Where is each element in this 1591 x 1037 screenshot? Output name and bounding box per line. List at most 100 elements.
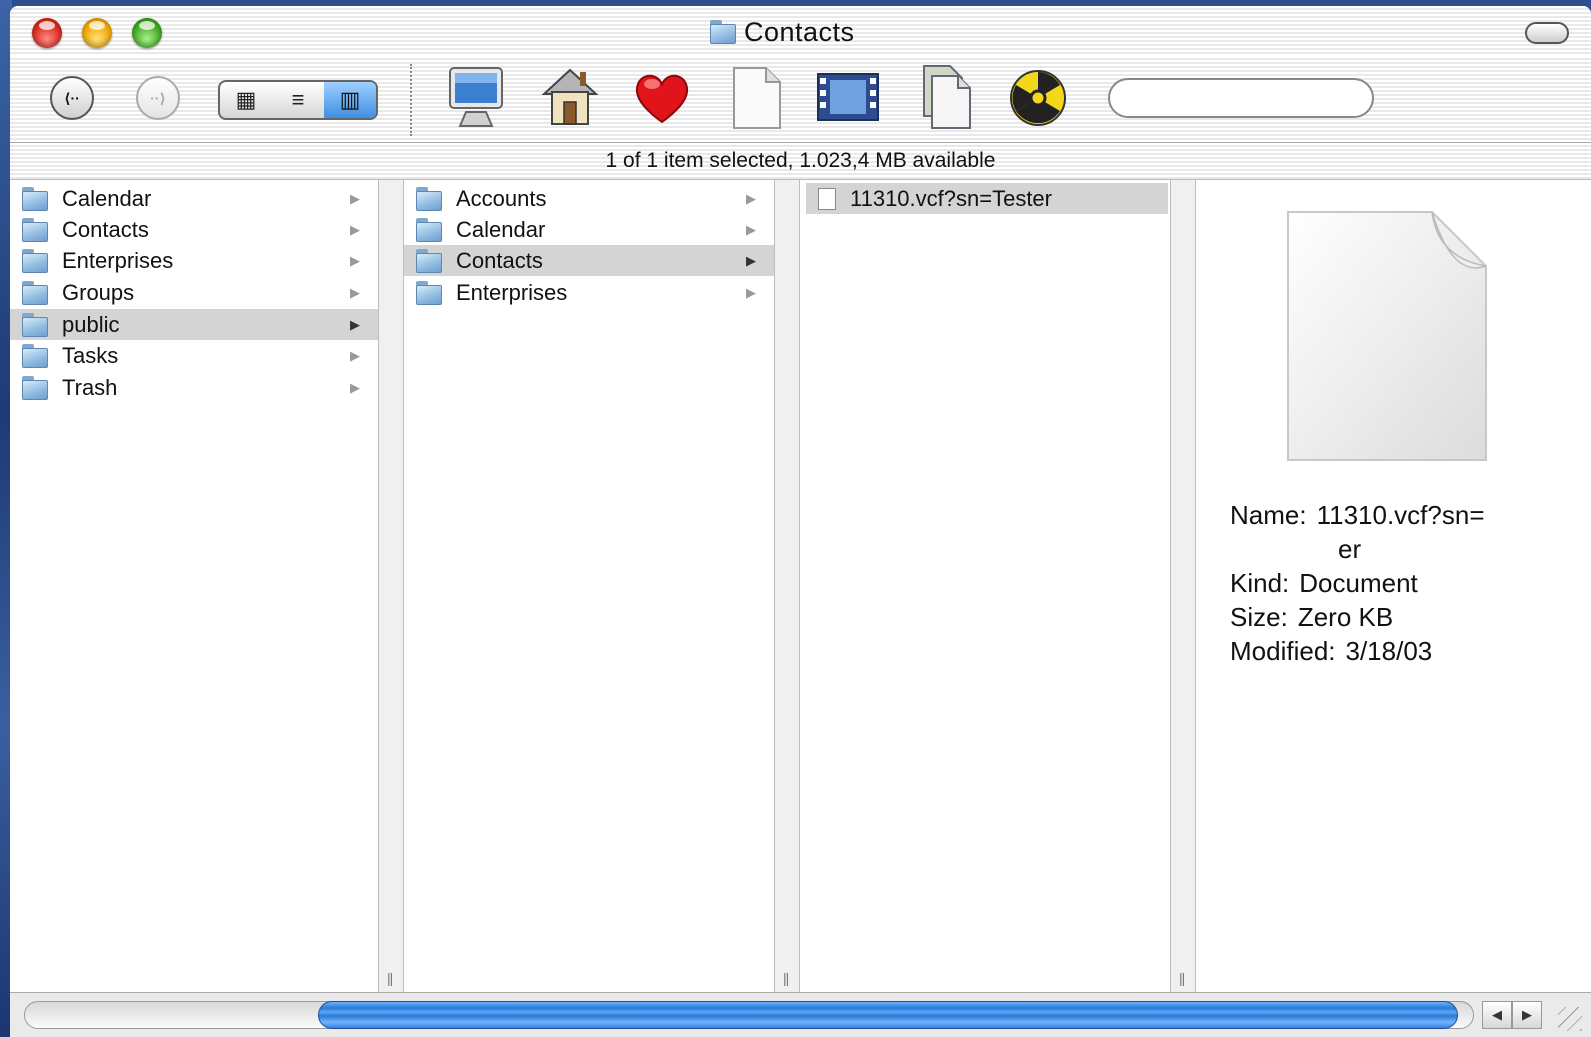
folder-icon (22, 280, 48, 305)
status-text: 1 of 1 item selected, 1.023,4 MB availab… (605, 149, 996, 172)
list-item[interactable]: Trash ▶ (10, 372, 378, 403)
finder-window: Contacts ⟨·· ··⟩ ▦ ≡ ▥ 1 of 1 item selec… (10, 6, 1591, 1037)
window-title: Contacts (744, 16, 855, 47)
modified-label: Modified: (1230, 636, 1336, 666)
size-label: Size: (1230, 602, 1288, 632)
list-item[interactable]: Groups ▶ (10, 277, 378, 308)
item-label: Enterprises (62, 247, 174, 273)
right-arrow-icon: ▶ (1522, 1007, 1532, 1022)
home-icon[interactable] (538, 64, 602, 130)
close-button[interactable] (32, 18, 62, 48)
folder-icon (416, 186, 442, 211)
disclosure-arrow-icon: ▶ (350, 380, 360, 395)
folder-icon (416, 217, 442, 242)
minimize-button[interactable] (82, 18, 112, 48)
movies-icon[interactable] (816, 64, 880, 130)
scroll-right-button[interactable]: ▶ (1512, 1001, 1542, 1029)
column-3[interactable]: 11310.vcf?sn=Tester (800, 180, 1170, 992)
disclosure-arrow-icon: ▶ (746, 253, 756, 268)
forward-arrow-icon: ··⟩ (150, 89, 166, 106)
grip-icon: || (387, 970, 393, 986)
list-item-selected[interactable]: Contacts ▶ (404, 245, 774, 276)
disclosure-arrow-icon: ▶ (350, 317, 360, 332)
window-title-group: Contacts (710, 14, 855, 50)
burn-icon[interactable] (1006, 64, 1070, 130)
favorites-icon[interactable] (630, 64, 694, 130)
disclosure-arrow-icon: ▶ (350, 285, 360, 300)
info-name-row: Name: 11310.vcf?sn= (1230, 498, 1485, 532)
item-label: Calendar (62, 185, 152, 211)
column-2[interactable]: Accounts ▶ Calendar ▶ Contacts ▶ Enterpr… (404, 180, 774, 992)
column-view-button[interactable]: ▥ (324, 82, 376, 118)
disclosure-arrow-icon: ▶ (350, 222, 360, 237)
folder-icon (22, 312, 48, 337)
name-value: 11310.vcf?sn= (1316, 500, 1485, 530)
back-button[interactable]: ⟨·· (50, 76, 94, 120)
search-input[interactable] (1108, 78, 1374, 118)
file-icon (818, 187, 836, 210)
left-arrow-icon: ◀ (1492, 1007, 1502, 1022)
folder-icon (22, 217, 48, 242)
folder-icon (22, 186, 48, 211)
item-label: Contacts (456, 247, 543, 273)
modified-value: 3/18/03 (1345, 636, 1433, 666)
disclosure-arrow-icon: ▶ (350, 348, 360, 363)
toolbar-toggle-button[interactable] (1525, 22, 1569, 44)
kind-label: Kind: (1230, 568, 1290, 598)
icon-view-button[interactable]: ▦ (220, 82, 272, 118)
zoom-button[interactable] (132, 18, 162, 48)
view-mode-selector: ▦ ≡ ▥ (218, 80, 378, 120)
scroll-thumb[interactable] (318, 1001, 1458, 1029)
window-resize-grip[interactable] (1558, 1007, 1582, 1031)
toolbar: ⟨·· ··⟩ ▦ ≡ ▥ (10, 56, 1591, 143)
toolbar-separator (410, 64, 412, 136)
scroll-arrows: ◀ ▶ (1482, 1001, 1542, 1029)
grip-icon: || (1179, 970, 1185, 986)
info-size-row: Size: Zero KB (1230, 600, 1485, 634)
horizontal-scrollbar[interactable]: ◀ ▶ (10, 992, 1591, 1037)
computer-icon[interactable] (444, 64, 508, 130)
applications-icon[interactable] (914, 64, 978, 130)
list-item[interactable]: Tasks ▶ (10, 340, 378, 371)
size-value: Zero KB (1297, 602, 1394, 632)
column-resize-handle[interactable]: || (774, 180, 800, 992)
item-label: public (62, 311, 120, 337)
item-label: Accounts (456, 185, 547, 211)
list-item[interactable]: Calendar ▶ (404, 214, 774, 245)
list-item-selected[interactable]: public ▶ (10, 309, 378, 340)
document-preview-icon (1287, 211, 1487, 461)
column-resize-handle[interactable]: || (1170, 180, 1196, 992)
list-view-icon: ≡ (291, 87, 305, 112)
document-icon[interactable] (724, 64, 788, 130)
item-label: Trash (62, 374, 118, 400)
status-bar: 1 of 1 item selected, 1.023,4 MB availab… (10, 143, 1591, 180)
column-browser: Calendar ▶ Contacts ▶ Enterprises ▶ Grou… (10, 180, 1591, 992)
list-item[interactable]: Contacts ▶ (10, 214, 378, 245)
info-modified-row: Modified: 3/18/03 (1230, 634, 1485, 668)
list-item[interactable]: Enterprises ▶ (404, 277, 774, 308)
column-resize-handle[interactable]: || (378, 180, 404, 992)
scroll-left-button[interactable]: ◀ (1482, 1001, 1512, 1029)
disclosure-arrow-icon: ▶ (746, 285, 756, 300)
list-item-selected[interactable]: 11310.vcf?sn=Tester (806, 183, 1168, 214)
folder-icon (416, 248, 442, 273)
disclosure-arrow-icon: ▶ (350, 191, 360, 206)
title-bar[interactable]: Contacts (10, 6, 1591, 56)
list-view-button[interactable]: ≡ (272, 82, 324, 118)
forward-button[interactable]: ··⟩ (136, 76, 180, 120)
item-label: Tasks (62, 342, 119, 368)
name-label: Name: (1230, 500, 1307, 530)
grip-icon: || (783, 970, 789, 986)
item-label: Contacts (62, 216, 149, 242)
info-kind-row: Kind: Document (1230, 566, 1485, 600)
list-item[interactable]: Accounts ▶ (404, 183, 774, 214)
list-item[interactable]: Calendar ▶ (10, 183, 378, 214)
list-item[interactable]: Enterprises ▶ (10, 245, 378, 276)
column-view-icon: ▥ (339, 87, 361, 112)
file-info: Name: 11310.vcf?sn= er Kind: Document Size… (1230, 498, 1485, 668)
column-1[interactable]: Calendar ▶ Contacts ▶ Enterprises ▶ Grou… (10, 180, 378, 992)
kind-value: Document (1299, 568, 1418, 598)
name-value-continued: er (1338, 534, 1362, 564)
folder-icon (416, 280, 442, 305)
item-label: Groups (62, 279, 135, 305)
